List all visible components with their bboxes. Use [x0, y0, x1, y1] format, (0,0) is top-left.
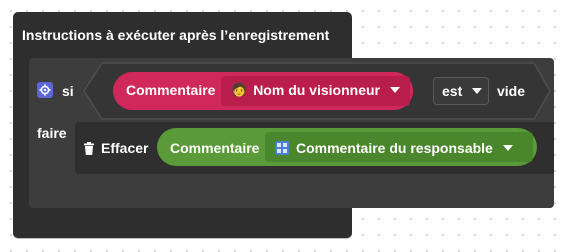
condition-block-label: Commentaire [126, 82, 216, 98]
chevron-down-icon [472, 88, 483, 94]
settings-gear-icon[interactable] [37, 82, 53, 98]
clear-action[interactable]: Effacer [83, 140, 148, 156]
do-label: faire [37, 125, 67, 141]
responsible-comment-field: Commentaire du responsable [275, 140, 513, 156]
chevron-down-icon [389, 87, 400, 93]
compare-operator: est [442, 83, 483, 99]
text-field-icon [275, 141, 289, 155]
responsible-comment-label: Commentaire du responsable [296, 140, 493, 156]
compare-operator-label: est [442, 83, 463, 99]
trash-icon [84, 141, 94, 155]
viewer-name-label: Nom du visionneur [253, 82, 380, 98]
person-icon: 🧑 [231, 82, 248, 97]
if-label: si [62, 83, 74, 99]
clear-action-label: Effacer [101, 140, 149, 156]
target-block-label: Commentaire [170, 140, 260, 156]
outer-block-title: Instructions à exécuter après l’enregist… [22, 27, 330, 43]
viewer-name-field: 🧑 Nom du visionneur [231, 82, 400, 98]
compare-value-label: vide [497, 83, 526, 99]
chevron-down-icon [502, 145, 513, 151]
